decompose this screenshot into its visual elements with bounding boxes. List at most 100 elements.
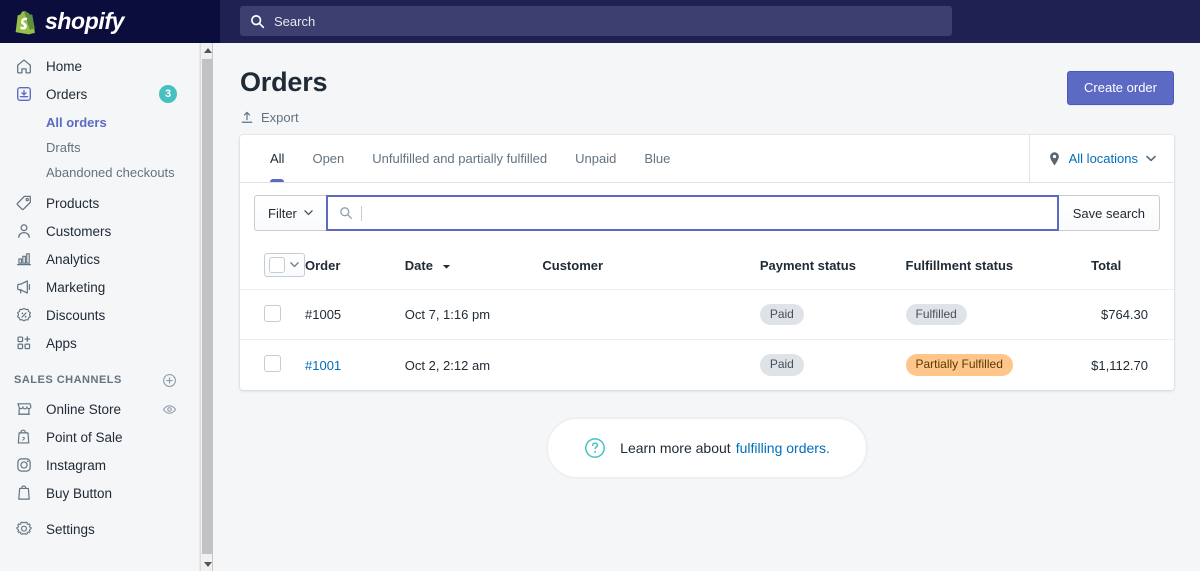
bar-chart-icon bbox=[14, 249, 34, 269]
sidebar-item-products[interactable]: Products bbox=[0, 189, 199, 217]
top-search-area: Search bbox=[220, 0, 1200, 43]
tab-unfulfilled-and-partially-fulfilled[interactable]: Unfulfilled and partially fulfilled bbox=[358, 135, 561, 182]
sidebar-subitem-label: Drafts bbox=[46, 140, 81, 155]
sidebar-item-home[interactable]: Home bbox=[0, 52, 199, 80]
search-caret bbox=[360, 205, 362, 221]
orders-tabs: All Open Unfulfilled and partially fulfi… bbox=[240, 135, 1029, 182]
sidebar-item-label: Marketing bbox=[46, 279, 106, 295]
orders-card: All Open Unfulfilled and partially fulfi… bbox=[240, 135, 1174, 390]
orders-count-badge: 3 bbox=[159, 85, 177, 103]
apps-grid-plus-icon bbox=[14, 333, 34, 353]
row-checkbox[interactable] bbox=[264, 304, 281, 322]
eye-icon[interactable] bbox=[162, 402, 177, 417]
header-date[interactable]: Date bbox=[404, 243, 543, 290]
footer-help: Learn more about fulfilling orders. bbox=[214, 417, 1200, 478]
pos-bag-icon bbox=[14, 427, 34, 447]
orders-table-head: Order Date Customer Payment status Fulfi… bbox=[240, 243, 1174, 290]
chevron-down-icon bbox=[304, 210, 313, 216]
export-button[interactable]: Export bbox=[240, 110, 299, 125]
tab-label: Blue bbox=[644, 151, 671, 166]
row-total: $764.30 bbox=[1091, 289, 1174, 341]
sidebar-item-apps[interactable]: Apps bbox=[0, 329, 199, 357]
filter-dropdown-button[interactable]: Filter bbox=[254, 195, 326, 231]
sidebar-item-online-store[interactable]: Online Store bbox=[0, 395, 199, 423]
status-badge: Paid bbox=[759, 304, 804, 326]
row-order-cell: #1005 bbox=[305, 289, 405, 341]
brand-name: shopify bbox=[45, 8, 124, 34]
tab-label: Unfulfilled and partially fulfilled bbox=[372, 151, 548, 166]
add-sales-channel-plus-icon[interactable] bbox=[162, 373, 177, 388]
sidebar-subitem-abandoned-checkouts[interactable]: Abandoned checkouts bbox=[0, 160, 199, 185]
global-search-input[interactable]: Search bbox=[240, 6, 952, 36]
orders-table-body: #1005 Oct 7, 1:16 pm Paid Fulfilled $764… bbox=[240, 289, 1174, 390]
shopify-logo[interactable]: shopify bbox=[0, 0, 220, 43]
order-number[interactable]: #1001 bbox=[305, 358, 341, 373]
row-customer bbox=[542, 340, 759, 390]
gear-icon bbox=[14, 519, 34, 539]
row-total: $1,112.70 bbox=[1091, 357, 1148, 373]
tag-icon bbox=[14, 193, 34, 213]
fulfilling-orders-link[interactable]: fulfilling orders. bbox=[736, 440, 830, 456]
sidebar-item-instagram[interactable]: Instagram bbox=[0, 451, 199, 479]
select-all-checkbox-dropdown[interactable] bbox=[264, 253, 305, 277]
sidebar-item-customers[interactable]: Customers bbox=[0, 217, 199, 245]
row-checkbox[interactable] bbox=[264, 355, 281, 373]
orders-tabbar: All Open Unfulfilled and partially fulfi… bbox=[240, 135, 1174, 183]
scrollbar-down-arrow[interactable] bbox=[201, 557, 214, 571]
table-row[interactable]: #1001 Oct 2, 2:12 am Paid Partially Fulf… bbox=[240, 340, 1174, 390]
storefront-icon bbox=[14, 399, 34, 419]
chevron-down-icon bbox=[203, 561, 212, 567]
sidebar-item-orders[interactable]: Orders 3 bbox=[0, 80, 199, 108]
tab-unpaid[interactable]: Unpaid bbox=[561, 135, 630, 182]
tab-label: Unpaid bbox=[575, 151, 617, 166]
export-label: Export bbox=[261, 110, 299, 126]
filter-bar: Filter Save search bbox=[240, 183, 1174, 243]
sidebar: Home Orders 3 All orders Drafts Abandone… bbox=[0, 43, 200, 571]
scrollbar-thumb[interactable] bbox=[202, 59, 213, 554]
order-number[interactable]: #1005 bbox=[305, 307, 341, 322]
sidebar-subitem-drafts[interactable]: Drafts bbox=[0, 135, 199, 160]
status-badge: Paid bbox=[759, 354, 804, 376]
sidebar-item-analytics[interactable]: Analytics bbox=[0, 245, 199, 273]
table-header-row: Order Date Customer Payment status Fulfi… bbox=[240, 243, 1174, 290]
orders-search-input[interactable] bbox=[325, 195, 1059, 231]
save-search-button[interactable]: Save search bbox=[1058, 195, 1160, 231]
row-date: Oct 2, 2:12 am bbox=[404, 357, 491, 373]
sidebar-item-point-of-sale[interactable]: Point of Sale bbox=[0, 423, 199, 451]
header-fulfillment-status[interactable]: Fulfillment status bbox=[905, 243, 1092, 290]
sidebar-item-discounts[interactable]: Discounts bbox=[0, 301, 199, 329]
sidebar-item-label: Customers bbox=[46, 223, 112, 239]
tab-all[interactable]: All bbox=[256, 135, 298, 182]
table-row[interactable]: #1005 Oct 7, 1:16 pm Paid Fulfilled $764… bbox=[240, 289, 1174, 341]
sidebar-subitem-all-orders[interactable]: All orders bbox=[0, 110, 199, 135]
sidebar-item-marketing[interactable]: Marketing bbox=[0, 273, 199, 301]
chevron-up-icon bbox=[203, 47, 212, 53]
row-payment-status: Paid bbox=[759, 289, 906, 341]
header-date-label: Date bbox=[404, 257, 433, 273]
header-payment-status[interactable]: Payment status bbox=[759, 243, 906, 290]
header-order[interactable]: Order bbox=[305, 243, 405, 290]
locations-dropdown[interactable]: All locations bbox=[1028, 135, 1174, 182]
chevron-down-icon bbox=[290, 262, 299, 268]
instagram-icon bbox=[14, 455, 34, 475]
scrollbar-up-arrow[interactable] bbox=[201, 43, 214, 57]
search-icon bbox=[251, 14, 265, 28]
tab-blue[interactable]: Blue bbox=[630, 135, 684, 182]
sidebar-scrollbar[interactable] bbox=[200, 43, 213, 571]
sidebar-item-label: Home bbox=[46, 58, 83, 74]
row-customer bbox=[542, 289, 760, 341]
tab-open[interactable]: Open bbox=[298, 135, 358, 182]
sidebar-item-label: Buy Button bbox=[46, 485, 113, 501]
select-all-checkbox[interactable] bbox=[269, 257, 285, 273]
header-customer[interactable]: Customer bbox=[542, 243, 760, 290]
sidebar-item-label: Online Store bbox=[46, 401, 122, 417]
row-fulfillment-status: Fulfilled bbox=[905, 289, 1092, 341]
sidebar-subitem-label: Abandoned checkouts bbox=[46, 165, 175, 180]
sidebar-subitem-label: All orders bbox=[46, 115, 107, 130]
sidebar-item-buy-button[interactable]: Buy Button bbox=[0, 479, 199, 507]
create-order-button[interactable]: Create order bbox=[1067, 71, 1174, 105]
orders-table: Order Date Customer Payment status Fulfi… bbox=[240, 243, 1174, 390]
sidebar-item-settings[interactable]: Settings bbox=[0, 515, 199, 543]
header-total[interactable]: Total bbox=[1091, 243, 1174, 290]
row-fulfillment-status: Partially Fulfilled bbox=[905, 340, 1092, 390]
